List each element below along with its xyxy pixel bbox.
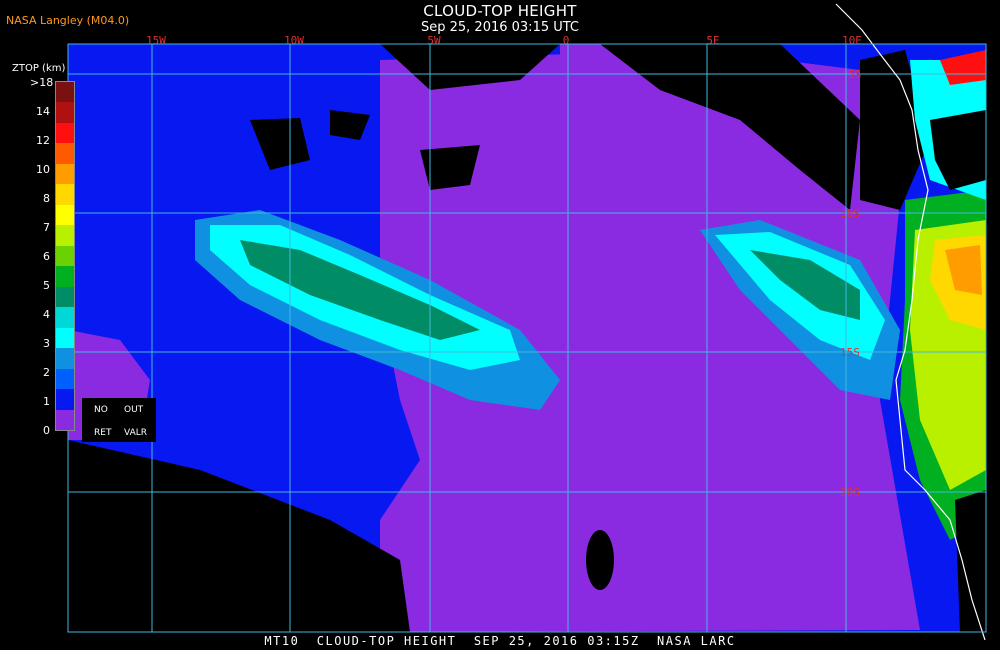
map-subtitle: Sep 25, 2016 03:15 UTC [420, 20, 580, 35]
clear-sky-region [586, 530, 614, 590]
colorbar-tick-label: 0 [43, 424, 50, 437]
colorbar-tick-label: 10 [36, 163, 50, 176]
colorbar-swatch [56, 82, 74, 103]
flag-valr: VALR [124, 428, 148, 438]
latitude-label: 10S [840, 207, 860, 220]
colorbar-tick-label: >18 [30, 76, 54, 89]
colorbar-tick-label: 2 [43, 366, 50, 379]
colorbar-swatch [56, 327, 74, 349]
longitude-label: 10E [842, 34, 862, 47]
colorbar-title: ZTOP (km) [12, 63, 66, 74]
colorbar-tick-label: 8 [43, 192, 50, 205]
footer-caption: MT10 CLOUD-TOP HEIGHT SEP 25, 2016 03:15… [264, 634, 736, 648]
colorbar-swatch [56, 389, 74, 411]
flag-no: NO [94, 405, 108, 415]
colorbar-tick-label: 7 [43, 221, 50, 234]
map-title: CLOUD-TOP HEIGHT [423, 2, 577, 20]
colorbar-swatch [56, 245, 74, 267]
colorbar-tick-label: 12 [36, 134, 50, 147]
longitude-label: 15W [146, 34, 166, 47]
colorbar-tick-label: 3 [43, 337, 50, 350]
colorbar-swatch [56, 184, 74, 206]
colorbar-swatch [56, 266, 74, 288]
colorbar-swatch [56, 409, 74, 431]
colorbar-swatch [56, 348, 74, 370]
colorbar-swatch [56, 307, 74, 329]
longitude-label: 0 [563, 34, 570, 47]
colorbar-tick-label: 14 [36, 105, 50, 118]
colorbar-swatch [56, 163, 74, 185]
colorbar-swatch [56, 204, 74, 226]
latitude-label: 20S [840, 486, 860, 499]
colorbar-swatch [56, 102, 74, 124]
latitude-label: 5S [848, 68, 861, 81]
latitude-label: 15S [840, 346, 860, 359]
colorbar-swatch [56, 368, 74, 390]
longitude-label: 5E [706, 34, 719, 47]
flag-ret: RET [94, 428, 112, 438]
land-convection [955, 490, 986, 632]
colorbar-swatch [56, 122, 74, 144]
cloud-top-height-map: 15W 10W 5W 0 5E 10E 5S 10S 15S 20S [67, 3, 987, 641]
longitude-label: 10W [284, 34, 304, 47]
flag-out: OUT [124, 405, 144, 415]
colorbar-flags: NO OUT RET VALR [82, 398, 156, 442]
colorbar-tick-label: 4 [43, 308, 50, 321]
colorbar-swatch [56, 286, 74, 308]
colorbar-swatch [56, 225, 74, 247]
colorbar-tick-label: 5 [43, 279, 50, 292]
longitude-label: 5W [427, 34, 441, 47]
colorbar-tick-label: 1 [43, 395, 50, 408]
colorbar-tick-label: 6 [43, 250, 50, 263]
colorbar-swatch [56, 143, 74, 165]
